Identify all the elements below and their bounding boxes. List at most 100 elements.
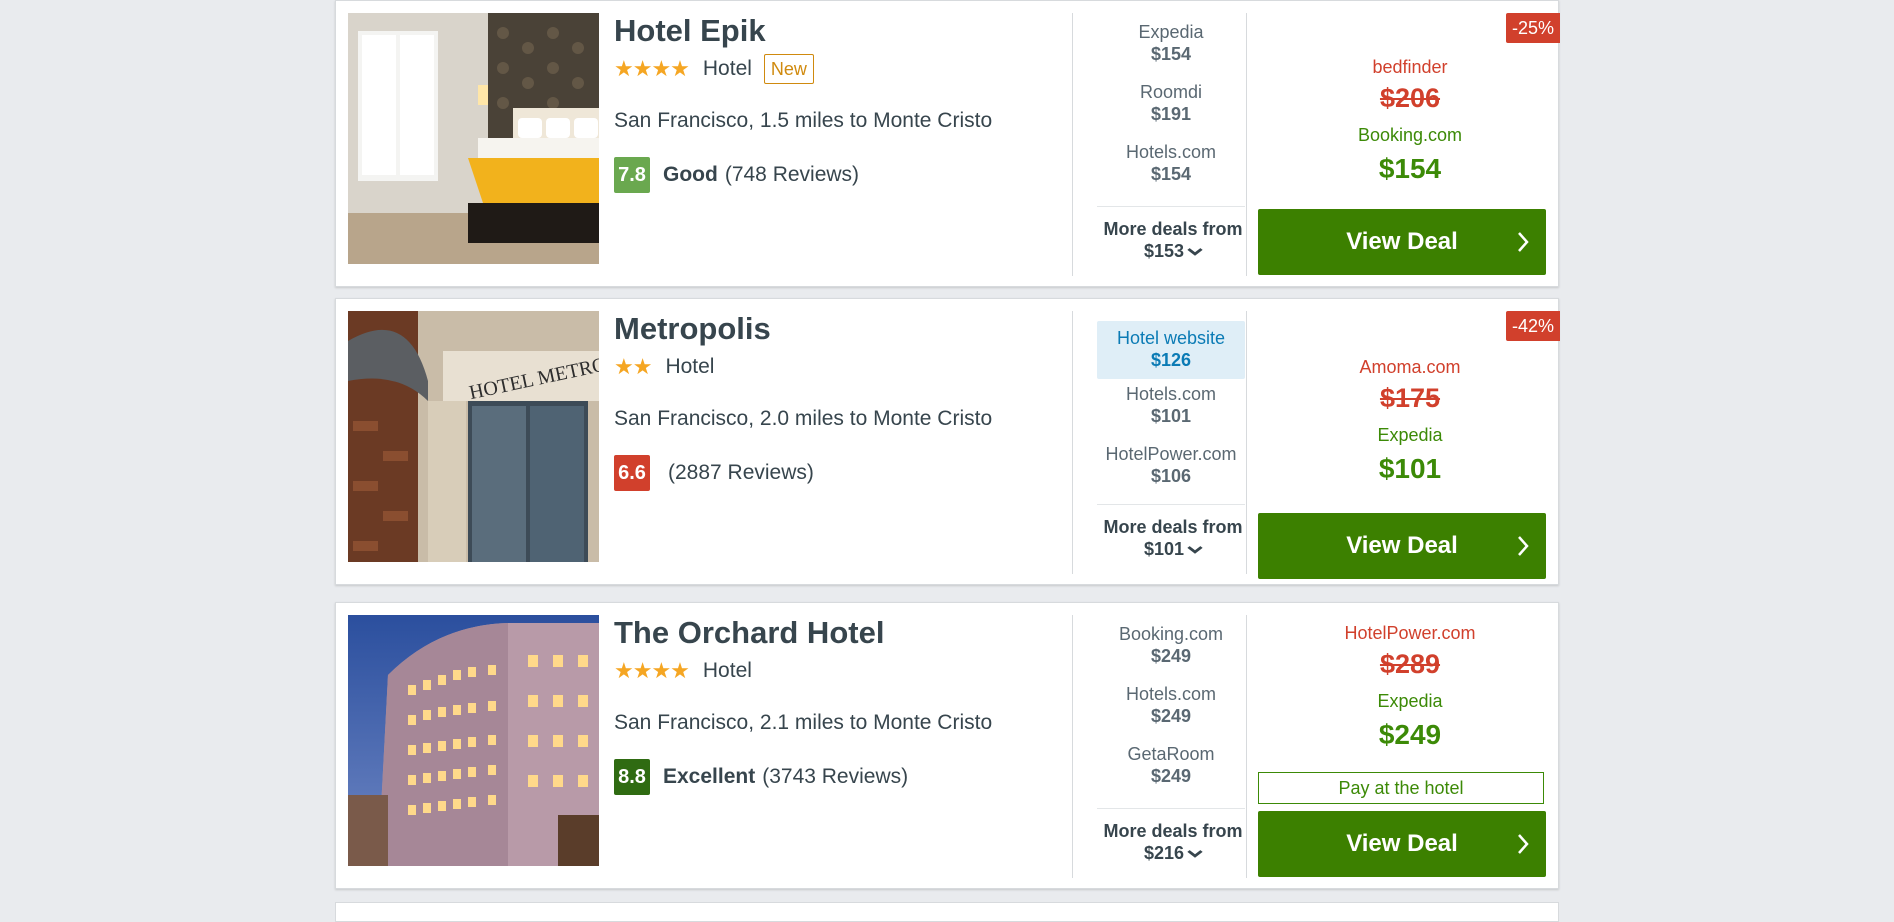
chevron-down-icon (1186, 540, 1204, 562)
divider (1246, 13, 1247, 276)
star-rating: ★★★★ (614, 658, 690, 683)
deal-provider: Roomdi (1139, 82, 1203, 102)
deal-provider: Hotels.com (1125, 384, 1217, 404)
deal-item[interactable]: Booking.com $249 (1097, 623, 1245, 681)
original-provider[interactable]: bedfinder (1260, 57, 1560, 78)
more-deals-toggle[interactable]: More deals from $153 (1087, 218, 1259, 264)
more-deals-label: More deals from (1103, 821, 1243, 841)
more-deals-price: $101 (1143, 539, 1185, 559)
best-price: $249 (1378, 719, 1442, 750)
view-deal-button[interactable]: View Deal (1258, 513, 1546, 579)
deal-provider: Expedia (1138, 22, 1204, 42)
review-summary[interactable]: 8.8 Excellent (3743 Reviews) (614, 759, 1074, 795)
divider (1097, 808, 1245, 809)
divider (1246, 311, 1247, 574)
best-price: $101 (1378, 453, 1442, 484)
discount-badge: -42% (1505, 311, 1560, 341)
divider (1072, 311, 1073, 574)
hotel-location[interactable]: San Francisco, 2.1 miles to Monte Cristo (614, 711, 1074, 735)
chevron-right-icon (1516, 533, 1530, 566)
deal-price: $249 (1150, 706, 1192, 726)
original-price: $206 (1379, 83, 1441, 113)
best-provider[interactable]: Expedia (1260, 425, 1560, 446)
best-provider[interactable]: Expedia (1260, 691, 1560, 712)
best-provider[interactable]: Booking.com (1260, 125, 1560, 146)
review-score-badge: 8.8 (614, 759, 650, 795)
original-price: $289 (1379, 649, 1441, 679)
review-summary[interactable]: 6.6 (2887 Reviews) (614, 455, 1074, 491)
deal-item[interactable]: Hotels.com $154 (1097, 141, 1245, 199)
deals-list: Expedia $154 Roomdi $191 Hotels.com $154… (1087, 13, 1259, 276)
divider (1097, 504, 1245, 505)
review-score-badge: 6.6 (614, 455, 650, 491)
deal-price: $106 (1150, 466, 1192, 486)
review-count: (2887 Reviews) (668, 461, 814, 484)
deal-price: $249 (1150, 646, 1192, 666)
deals-list: Booking.com $249 Hotels.com $249 GetaRoo… (1087, 615, 1259, 878)
review-summary[interactable]: 7.8 Good (748 Reviews) (614, 157, 1074, 193)
deal-item[interactable]: GetaRoom $249 (1097, 743, 1245, 801)
deal-item[interactable]: HotelPower.com $106 (1097, 443, 1245, 501)
accommodation-type: Hotel (702, 57, 752, 80)
more-deals-price: $153 (1143, 241, 1185, 261)
chevron-right-icon (1516, 831, 1530, 864)
accommodation-type: Hotel (702, 659, 752, 682)
deal-item[interactable]: Expedia $154 (1097, 21, 1245, 79)
original-price: $175 (1379, 383, 1441, 413)
hotel-name[interactable]: Metropolis (614, 311, 1074, 347)
original-provider[interactable]: Amoma.com (1260, 357, 1560, 378)
deal-price: $154 (1150, 164, 1192, 184)
hotel-photo[interactable] (348, 13, 599, 264)
best-price: $154 (1378, 153, 1442, 184)
deal-price: $126 (1150, 350, 1192, 370)
deal-item[interactable]: Hotels.com $249 (1097, 683, 1245, 741)
discount-badge: -25% (1505, 13, 1560, 43)
pay-at-hotel-badge: Pay at the hotel (1258, 772, 1544, 804)
star-rating: ★★★★ (614, 56, 690, 81)
hotel-location[interactable]: San Francisco, 2.0 miles to Monte Cristo (614, 407, 1074, 431)
deal-item[interactable]: Roomdi $191 (1097, 81, 1245, 139)
view-deal-button[interactable]: View Deal (1258, 209, 1546, 275)
hotel-photo[interactable] (348, 615, 599, 866)
deal-price: $101 (1150, 406, 1192, 426)
deal-item[interactable]: Hotels.com $101 (1097, 383, 1245, 441)
chevron-down-icon (1186, 242, 1204, 264)
more-deals-toggle[interactable]: More deals from $216 (1087, 820, 1259, 866)
more-deals-label: More deals from (1103, 517, 1243, 537)
view-deal-label: View Deal (1346, 532, 1458, 559)
hotel-card[interactable] (335, 902, 1559, 922)
more-deals-price: $216 (1143, 843, 1185, 863)
review-score-badge: 7.8 (614, 157, 650, 193)
more-deals-toggle[interactable]: More deals from $101 (1087, 516, 1259, 562)
hotel-name[interactable]: The Orchard Hotel (614, 615, 1074, 651)
view-deal-button[interactable]: View Deal (1258, 811, 1546, 877)
review-label: Excellent (663, 765, 756, 788)
view-deal-label: View Deal (1346, 228, 1458, 255)
deal-item[interactable]: Hotel website $126 (1097, 321, 1245, 379)
hotel-location[interactable]: San Francisco, 1.5 miles to Monte Cristo (614, 109, 1074, 133)
deal-provider: Hotels.com (1125, 684, 1217, 704)
deal-provider: GetaRoom (1127, 744, 1215, 764)
divider (1072, 615, 1073, 878)
deal-provider: Hotels.com (1125, 142, 1217, 162)
view-deal-label: View Deal (1346, 830, 1458, 857)
hotel-name[interactable]: Hotel Epik (614, 13, 1074, 49)
review-label: Good (663, 163, 718, 186)
divider (1246, 615, 1247, 878)
more-deals-label: More deals from (1103, 219, 1243, 239)
deals-list: Hotel website $126 Hotels.com $101 Hotel… (1087, 311, 1259, 574)
accommodation-type: Hotel (665, 355, 715, 378)
deal-provider: Hotel website (1116, 328, 1226, 348)
new-badge: New (763, 54, 814, 84)
deal-price: $154 (1150, 44, 1192, 64)
deal-provider: Booking.com (1118, 624, 1224, 644)
review-count: (748 Reviews) (724, 163, 860, 186)
divider (1072, 13, 1073, 276)
review-count: (3743 Reviews) (762, 765, 909, 788)
original-provider[interactable]: HotelPower.com (1260, 623, 1560, 644)
chevron-right-icon (1516, 229, 1530, 262)
star-rating: ★★ (614, 354, 652, 379)
deal-provider: HotelPower.com (1105, 444, 1237, 464)
hotel-photo[interactable]: HOTEL METROPO (348, 311, 599, 562)
deal-price: $249 (1150, 766, 1192, 786)
